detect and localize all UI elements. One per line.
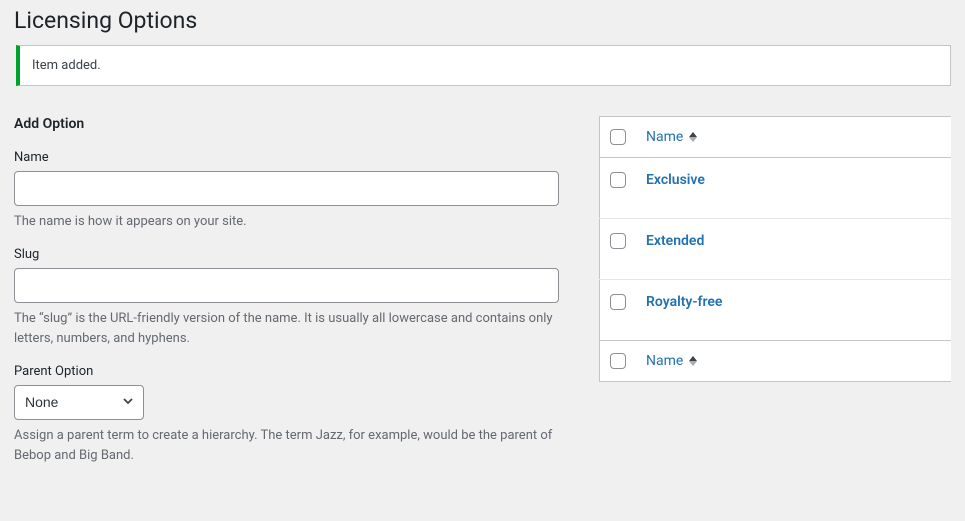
select-all-bottom[interactable] [610, 353, 626, 369]
notice-success: Item added. [16, 45, 951, 86]
column-name-label: Name [646, 129, 683, 145]
slug-input[interactable] [14, 268, 559, 303]
sort-icon [689, 132, 697, 142]
name-label: Name [14, 150, 559, 165]
table-row: Extended [600, 219, 952, 280]
sort-icon [689, 356, 697, 366]
row-title-link[interactable]: Extended [646, 233, 704, 249]
parent-label: Parent Option [14, 364, 559, 379]
row-checkbox[interactable] [610, 294, 626, 310]
options-table: Name Exclusive [599, 116, 951, 383]
row-checkbox[interactable] [610, 233, 626, 249]
slug-description: The “slug” is the URL-friendly version o… [14, 309, 559, 348]
row-title-link[interactable]: Royalty-free [646, 294, 722, 310]
notice-text: Item added. [32, 58, 938, 73]
name-input[interactable] [14, 171, 559, 206]
select-all-top[interactable] [610, 129, 626, 145]
parent-select[interactable]: None [14, 385, 144, 420]
field-slug: Slug The “slug” is the URL-friendly vers… [14, 247, 559, 348]
slug-label: Slug [14, 247, 559, 262]
form-heading: Add Option [14, 116, 559, 132]
row-checkbox[interactable] [610, 172, 626, 188]
parent-description: Assign a parent term to create a hierarc… [14, 426, 559, 465]
field-name: Name The name is how it appears on your … [14, 150, 559, 232]
footer-checkbox-cell [600, 341, 637, 382]
name-description: The name is how it appears on your site. [14, 212, 559, 232]
sort-by-name[interactable]: Name [646, 129, 697, 145]
add-option-form: Add Option Name The name is how it appea… [14, 116, 559, 482]
field-parent: Parent Option None Assign a parent term … [14, 364, 559, 465]
sort-by-name-footer[interactable]: Name [646, 353, 697, 369]
column-footer-name: Name [636, 341, 951, 382]
column-header-name: Name [636, 116, 951, 157]
table-row: Exclusive [600, 158, 952, 219]
row-title-link[interactable]: Exclusive [646, 172, 705, 188]
table-row: Royalty-free [600, 280, 952, 341]
column-name-label-footer: Name [646, 353, 683, 369]
page-title: Licensing Options [14, 0, 951, 40]
header-checkbox-cell [600, 116, 637, 157]
